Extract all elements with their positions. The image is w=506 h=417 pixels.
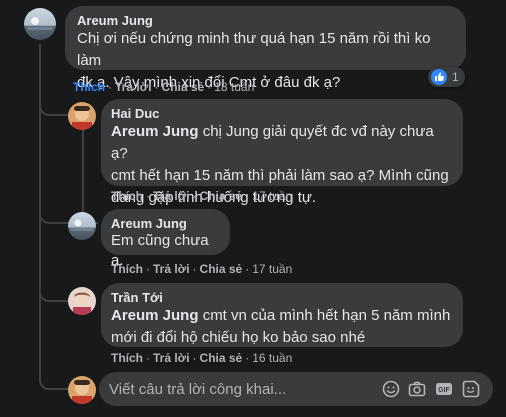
timestamp[interactable]: 17 tuần [252, 262, 292, 276]
avatar-photo-icon [71, 219, 93, 231]
reply-button[interactable]: Trả lời [153, 262, 190, 276]
thread-branch [39, 96, 69, 116]
reaction-badge[interactable]: 1 [428, 67, 465, 87]
share-button[interactable]: Chia sẻ [200, 351, 243, 365]
avatar[interactable] [68, 287, 96, 315]
comment-actions: Thích · Trả lời · Chia sẻ · 17 tuần [111, 262, 293, 276]
reply-button[interactable]: Trả lời [115, 80, 152, 94]
comment-actions: Thích · Trả lời · Chia sẻ · 18 tuần [73, 80, 255, 94]
comment-text: Areum Jung cmt vn của mình hết hạn 5 năm… [111, 307, 451, 346]
reply-button[interactable]: Trả lời [153, 189, 190, 203]
comment-bubble: Hai Duc Areum Jung chị Jung giải quyết đ… [101, 99, 463, 206]
comment-bubble: Areum Jung Em cũng chưa ạ. [101, 209, 230, 269]
like-button[interactable]: Thích [111, 262, 143, 276]
share-button[interactable]: Chia sẻ [200, 262, 243, 276]
thread-branch [39, 370, 69, 390]
like-button[interactable]: Thích [111, 189, 143, 203]
avatar-photo-icon [72, 106, 92, 130]
like-button[interactable]: Thích [73, 80, 105, 94]
avatar[interactable] [24, 8, 56, 40]
timestamp[interactable]: 18 tuần [214, 80, 254, 94]
avatar-photo-icon [72, 380, 92, 404]
avatar[interactable] [68, 212, 96, 240]
reply-button[interactable]: Trả lời [153, 351, 190, 365]
comment-author[interactable]: Areum Jung [111, 216, 220, 231]
comment-actions: Thích · Trả lời · Chia sẻ · 16 tuần [111, 351, 293, 365]
emoji-icon[interactable] [382, 380, 400, 398]
comment-bubble: Trần Tới Areum Jung cmt vn của mình hết … [101, 283, 463, 347]
timestamp[interactable]: 16 tuần [252, 351, 292, 365]
share-button[interactable]: Chia sẻ [200, 189, 243, 203]
comment-bubble: Areum Jung Chị ơi nếu chứng minh thư quá… [65, 6, 466, 91]
share-button[interactable]: Chia sẻ [162, 80, 205, 94]
like-icon [431, 69, 447, 85]
timestamp[interactable]: 17 tuần [252, 189, 292, 203]
thread-branch [39, 282, 69, 302]
svg-text:GIF: GIF [438, 387, 450, 394]
camera-icon[interactable] [408, 380, 426, 398]
mention-link[interactable]: Areum Jung [111, 123, 199, 140]
gif-icon[interactable]: GIF [435, 380, 453, 398]
avatar[interactable] [68, 102, 96, 130]
thread-branch [39, 202, 69, 224]
mention-link[interactable]: Areum Jung [111, 307, 199, 324]
like-button[interactable]: Thích [111, 351, 143, 365]
reply-input[interactable] [109, 372, 359, 406]
comment-actions: Thích · Trả lời · Chia sẻ · 17 tuần [111, 189, 293, 203]
avatar-photo-icon [28, 17, 52, 30]
avatar-photo-icon [73, 292, 91, 315]
current-user-avatar[interactable] [68, 376, 96, 404]
sticker-icon[interactable] [462, 380, 480, 398]
comment-author[interactable]: Areum Jung [77, 13, 454, 28]
comment-author[interactable]: Hai Duc [111, 106, 453, 121]
reaction-count: 1 [452, 70, 459, 84]
comment-author[interactable]: Trần Tới [111, 290, 453, 305]
reply-composer: GIF [99, 372, 493, 406]
